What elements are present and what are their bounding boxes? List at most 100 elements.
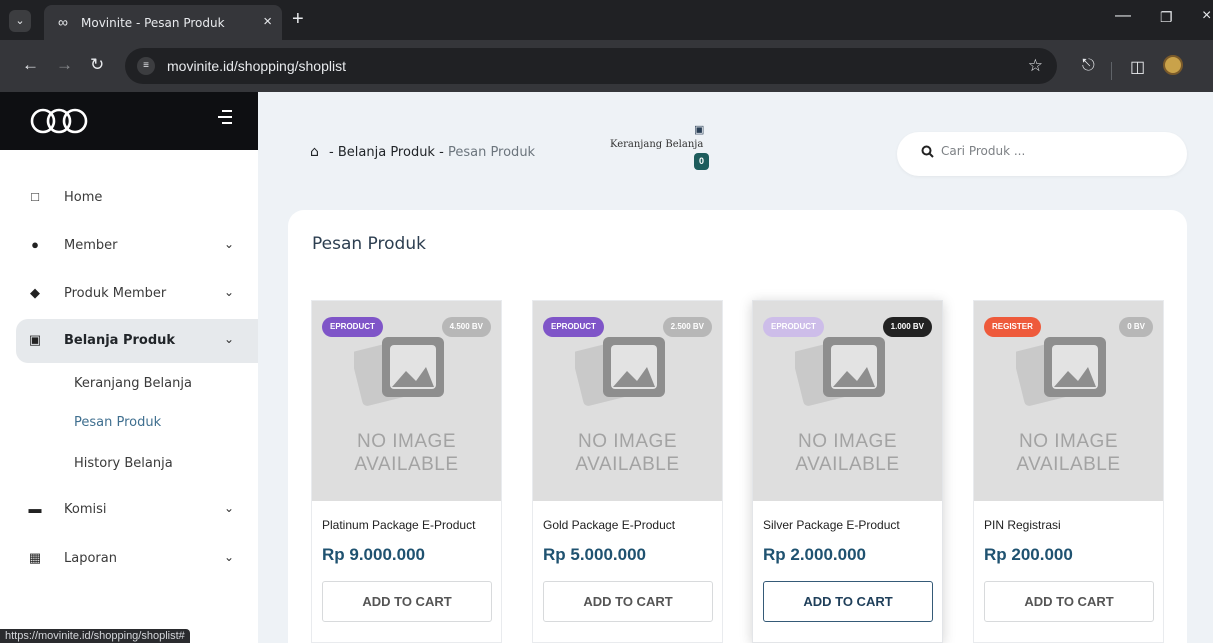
submenu-keranjang-belanja[interactable]: Keranjang Belanja xyxy=(74,376,192,391)
sidebar-item-label: Home xyxy=(64,190,103,205)
menu-toggle-icon[interactable] xyxy=(218,110,232,128)
bv-badge: 4.500 BV xyxy=(441,317,491,337)
product-name[interactable]: Gold Package E-Product xyxy=(543,518,675,532)
bv-badge: 2.500 BV xyxy=(662,317,712,337)
image-placeholder-icon xyxy=(575,337,665,406)
sidebar-item-label: Komisi xyxy=(64,502,107,517)
chevron-down-icon: ⌄ xyxy=(224,237,235,251)
category-badge: EPRODUCT xyxy=(322,317,383,337)
url-text[interactable]: movinite.id/shopping/shoplist xyxy=(167,58,346,74)
profile-avatar[interactable] xyxy=(1163,55,1183,75)
sidebar-item-belanja-produk[interactable]: ▣ Belanja Produk ⌄ xyxy=(16,319,258,363)
cart-widget[interactable]: ▣ Keranjang Belanja 0 xyxy=(607,123,709,173)
product-card: NO IMAGE AVAILABLE EPRODUCT 2.500 BV Gol… xyxy=(532,300,723,643)
sidebar-item-label: Member xyxy=(64,238,118,253)
breadcrumb: ⌂ - Belanja Produk - Pesan Produk xyxy=(310,144,535,160)
search-box xyxy=(897,132,1187,176)
add-to-cart-button[interactable]: ADD TO CART xyxy=(984,581,1154,622)
image-placeholder-icon xyxy=(1016,337,1106,406)
cart-label: Keranjang Belanja xyxy=(610,139,704,150)
chevron-down-icon: ⌄ xyxy=(224,285,235,299)
product-image[interactable]: NO IMAGE AVAILABLE EPRODUCT 4.500 BV xyxy=(312,301,501,501)
user-icon: ● xyxy=(31,237,39,252)
toolbar-divider xyxy=(1111,62,1112,80)
tab-title: Movinite - Pesan Produk xyxy=(81,16,225,30)
tab-search-button[interactable]: ⌄ xyxy=(9,10,31,32)
chevron-down-icon: ⌄ xyxy=(224,501,235,515)
restore-icon[interactable]: ❐ xyxy=(1160,9,1173,26)
browser-tab[interactable]: ∞ Movinite - Pesan Produk × xyxy=(44,5,282,40)
site-info-icon[interactable]: ≡ xyxy=(137,57,155,75)
product-image[interactable]: NO IMAGE AVAILABLE REGISTER 0 BV xyxy=(974,301,1163,501)
product-card: NO IMAGE AVAILABLE EPRODUCT 4.500 BV Pla… xyxy=(311,300,502,643)
no-image-line1: NO IMAGE xyxy=(356,431,456,452)
product-card: NO IMAGE AVAILABLE EPRODUCT 1.000 BV Sil… xyxy=(752,300,943,643)
address-bar-row: ← → ↻ ≡ movinite.id/shopping/shoplist ☆ … xyxy=(0,40,1213,92)
no-image-line2: AVAILABLE xyxy=(1016,454,1121,475)
chevron-down-icon: ⌄ xyxy=(224,332,235,346)
wallet-icon: ▬ xyxy=(28,501,42,516)
breadcrumb-pesan-produk: Pesan Produk xyxy=(447,145,536,160)
search-icon xyxy=(921,145,934,161)
sidebar-item-laporan[interactable]: ▦ Laporan ⌄ xyxy=(16,537,258,581)
home-icon[interactable]: ⌂ xyxy=(310,144,319,160)
product-card: NO IMAGE AVAILABLE REGISTER 0 BV PIN Reg… xyxy=(973,300,1164,643)
add-to-cart-button[interactable]: ADD TO CART xyxy=(543,581,713,622)
side-panel-icon[interactable]: ◫ xyxy=(1130,57,1145,77)
reload-icon[interactable]: ↻ xyxy=(90,55,104,75)
category-badge: EPRODUCT xyxy=(763,317,824,337)
extensions-icon[interactable]: ⎋ xyxy=(1082,57,1095,75)
omnibox[interactable]: ≡ movinite.id/shopping/shoplist ☆ xyxy=(125,48,1057,84)
product-image[interactable]: NO IMAGE AVAILABLE EPRODUCT 1.000 BV xyxy=(753,301,942,501)
product-price: Rp 200.000 xyxy=(984,545,1073,564)
product-name[interactable]: Platinum Package E-Product xyxy=(322,518,475,532)
sidebar-item-komisi[interactable]: ▬ Komisi ⌄ xyxy=(16,488,258,532)
product-name[interactable]: PIN Registrasi xyxy=(984,518,1061,532)
submenu-history-belanja[interactable]: History Belanja xyxy=(74,456,173,471)
no-image-line2: AVAILABLE xyxy=(575,454,680,475)
sidebar-item-member[interactable]: ● Member ⌄ xyxy=(16,224,258,268)
sidebar-item-produk-member[interactable]: ◆ Produk Member ⌄ xyxy=(16,272,258,316)
add-to-cart-button[interactable]: ADD TO CART xyxy=(763,581,933,622)
product-price: Rp 2.000.000 xyxy=(763,545,867,564)
sidebar-item-label: Laporan xyxy=(64,551,117,566)
breadcrumb-separator: - xyxy=(329,145,334,160)
category-badge: REGISTER xyxy=(984,317,1041,337)
no-image-line1: NO IMAGE xyxy=(797,431,897,452)
window-close-icon[interactable]: × xyxy=(1202,7,1211,25)
sidebar-item-label: Produk Member xyxy=(64,286,167,301)
minimize-icon[interactable]: — xyxy=(1115,7,1131,25)
cart-count-badge: 0 xyxy=(694,153,709,170)
forward-icon[interactable]: → xyxy=(56,55,73,75)
monitor-icon: □ xyxy=(31,189,39,204)
chevron-down-icon: ⌄ xyxy=(224,550,235,564)
browser-tab-bar: ⌄ ∞ Movinite - Pesan Produk × + — ❐ × xyxy=(0,0,1213,40)
no-image-line2: AVAILABLE xyxy=(354,454,459,475)
back-icon[interactable]: ← xyxy=(22,55,39,75)
no-image-line1: NO IMAGE xyxy=(1018,431,1118,452)
sidebar-item-home[interactable]: □ Home xyxy=(16,176,258,220)
close-tab-icon[interactable]: × xyxy=(263,13,272,30)
report-icon: ▦ xyxy=(28,550,42,565)
page-title: Pesan Produk xyxy=(312,234,426,254)
status-bar-url: https://movinite.id/shopping/shoplist# xyxy=(0,629,190,643)
breadcrumb-belanja-produk[interactable]: Belanja Produk xyxy=(338,145,435,160)
add-to-cart-button[interactable]: ADD TO CART xyxy=(322,581,492,622)
bv-badge: 1.000 BV xyxy=(882,317,932,337)
product-image[interactable]: NO IMAGE AVAILABLE EPRODUCT 2.500 BV xyxy=(533,301,722,501)
category-badge: EPRODUCT xyxy=(543,317,604,337)
movinite-logo-icon[interactable] xyxy=(28,103,90,137)
brand-bar xyxy=(0,92,258,150)
product-name[interactable]: Silver Package E-Product xyxy=(763,518,900,532)
no-image-line2: AVAILABLE xyxy=(795,454,900,475)
breadcrumb-separator: - xyxy=(439,145,444,160)
bookmark-star-icon[interactable]: ☆ xyxy=(1028,56,1043,76)
search-input[interactable] xyxy=(941,144,1171,158)
submenu-pesan-produk[interactable]: Pesan Produk xyxy=(74,415,161,430)
image-placeholder-icon xyxy=(795,337,885,406)
shopping-bag-icon: ▣ xyxy=(694,124,705,136)
product-price: Rp 9.000.000 xyxy=(322,545,426,564)
sidebar-item-label: Belanja Produk xyxy=(64,333,176,348)
new-tab-button[interactable]: + xyxy=(292,9,304,29)
image-placeholder-icon xyxy=(354,337,444,406)
